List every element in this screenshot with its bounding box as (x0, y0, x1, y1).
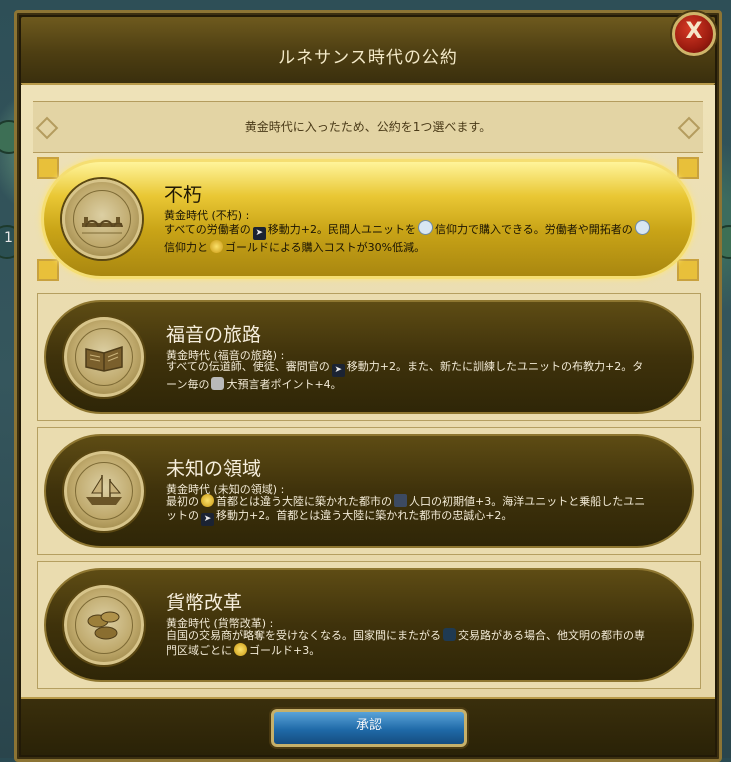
coins-icon (64, 585, 144, 665)
commitment-slot-3: 未知の領域 黄金時代 (未知の領域) : 最初の 首都とは違う大陸に築かれた都市の… (37, 427, 701, 555)
dialog-titlebar: ルネサンス時代の公約 (21, 17, 715, 85)
gold-icon (210, 240, 223, 253)
commitment-title: 福音の旅路 (166, 324, 262, 346)
commitment-description: すべての伝道師、使徒、審問官の ➤ 移動力+2。また、新たに訓練したユニットの布教力… (166, 360, 652, 392)
commitment-card-3[interactable]: 未知の領域 黄金時代 (未知の領域) : 最初の 首都とは違う大陸に築かれた都市の… (44, 434, 694, 548)
corner-ornament (37, 259, 59, 281)
capital-icon (201, 494, 214, 507)
commitment-description: すべての労働者の ➤ 移動力+2。民間人ユニットを 信仰力で購入できる。労働者や開拓者… (164, 220, 652, 255)
commitment-title: 未知の領域 (166, 458, 262, 480)
instruction-text: 黄金時代に入ったため、公約を1つ選べます。 (244, 120, 492, 134)
commitment-title: 貨幣改革 (166, 592, 243, 614)
close-icon[interactable]: X (672, 12, 716, 56)
movement-icon: ➤ (201, 513, 214, 526)
corner-ornament (677, 259, 699, 281)
commitment-card-2[interactable]: 福音の旅路 黄金時代 (福音の旅路) : すべての伝道師、使徒、審問官の ➤ 移動力… (44, 300, 694, 414)
instruction-banner: 黄金時代に入ったため、公約を1つ選べます。 (33, 101, 703, 153)
desc-part: 信仰力で購入できる。労働者や開拓者の (435, 223, 633, 236)
commitment-description: 自国の交易商が略奪を受けなくなる。国家間にまたがる 交易路がある場合、他文明の都市… (166, 628, 652, 658)
desc-part: すべての伝道師、使徒、審問官の (166, 360, 330, 373)
desc-part: 移動力+2。首都とは違う大陸に築かれた都市の忠誠心+2。 (216, 509, 513, 522)
commitment-description: 最初の 首都とは違う大陸に築かれた都市の 人口の初期値+3。海洋ユニットと乗船したユ… (166, 494, 652, 526)
great-prophet-icon (211, 377, 225, 390)
dialog-footer: 承認 (21, 697, 715, 755)
bridge-icon (62, 179, 142, 259)
commitment-slot-1: 不朽 黄金時代 (不朽) : すべての労働者の ➤ 移動力+2。民間人ユニットを 信仰… (37, 157, 699, 281)
desc-part: 自国の交易商が略奪を受けなくなる。国家間にまたがる (166, 629, 441, 642)
movement-icon: ➤ (331, 364, 345, 377)
desc-part: 最初の (166, 495, 199, 508)
commitment-title: 不朽 (164, 184, 203, 206)
faith-icon (634, 220, 650, 235)
accept-button[interactable]: 承認 (271, 709, 467, 747)
commitment-slot-4: 貨幣改革 黄金時代 (貨幣改革) : 自国の交易商が略奪を受けなくなる。国家間に… (37, 561, 701, 689)
trade-route-icon (443, 628, 456, 641)
commitment-card-4[interactable]: 貨幣改革 黄金時代 (貨幣改革) : 自国の交易商が略奪を受けなくなる。国家間に… (44, 568, 694, 682)
faith-icon (418, 220, 434, 235)
desc-part: 首都とは違う大陸に築かれた都市の (216, 495, 392, 508)
movement-icon: ➤ (252, 227, 266, 240)
desc-part: すべての労働者の (164, 223, 251, 236)
dialog-body: 黄金時代に入ったため、公約を1つ選べます。 不朽 黄金時代 (不朽): すべて… (21, 85, 715, 697)
desc-part: ゴールド+3。 (249, 644, 321, 657)
dialog-title: ルネサンス時代の公約 (278, 48, 458, 68)
commitment-slot-2: 福音の旅路 黄金時代 (福音の旅路) : すべての伝道師、使徒、審問官の ➤ 移動力… (37, 293, 701, 421)
desc-part: 信仰力と (164, 241, 208, 254)
corner-ornament (677, 157, 699, 179)
ship-icon (64, 451, 144, 531)
commitment-card-1[interactable]: 不朽 黄金時代 (不朽) : すべての労働者の ➤ 移動力+2。民間人ユニットを 信仰… (41, 159, 695, 279)
population-icon (394, 494, 407, 507)
book-icon (64, 317, 144, 397)
commitment-dialog: ルネサンス時代の公約 黄金時代に入ったため、公約を1つ選べます。 不朽 黄金時代… (14, 10, 722, 762)
desc-part: ゴールドによる購入コストが30%低減。 (225, 241, 426, 254)
map-side-label: 1 (4, 230, 13, 246)
desc-part: 移動力+2。民間人ユニットを (267, 223, 417, 236)
corner-ornament (37, 157, 59, 179)
gold-icon (234, 643, 247, 656)
desc-part: 大預言者ポイント+4。 (226, 378, 342, 391)
